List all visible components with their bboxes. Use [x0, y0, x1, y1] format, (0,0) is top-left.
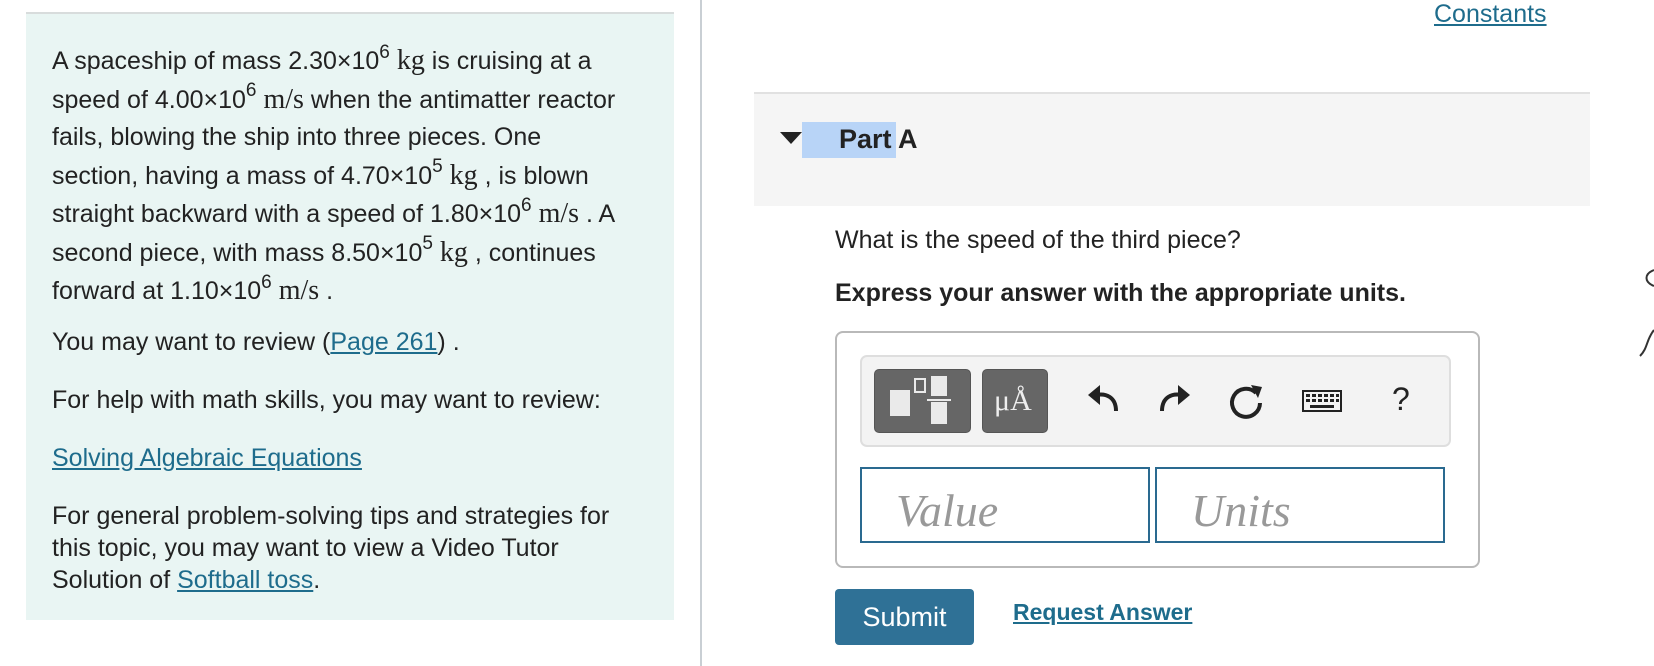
redo-icon: [1160, 385, 1190, 412]
templates-icon: [890, 376, 951, 424]
units-button[interactable]: μÅ: [982, 369, 1048, 433]
unit: kg: [439, 236, 468, 268]
part-title: Part A: [839, 124, 918, 154]
unit: m/s: [278, 275, 320, 306]
edge-scribble: [1639, 269, 1654, 357]
undo-button[interactable]: [1082, 371, 1128, 431]
review-prefix: You may want to review (: [52, 328, 331, 356]
tips-text: For general problem-solving tips and str…: [52, 500, 642, 596]
problem-text: .: [319, 277, 334, 305]
collapse-triangle-icon[interactable]: [780, 132, 802, 144]
keyboard-button[interactable]: [1297, 371, 1351, 431]
problem-panel: A spaceship of mass 2.30×106 kg is cruis…: [26, 12, 674, 620]
review-suffix: ) .: [437, 328, 460, 356]
constants-link[interactable]: Constants: [1434, 0, 1547, 29]
unit: kg: [449, 159, 478, 191]
panel-divider: [700, 0, 702, 666]
tips-body: For general problem-solving tips and str…: [52, 502, 610, 594]
help-button[interactable]: ?: [1382, 371, 1422, 431]
exponent: 6: [245, 80, 257, 102]
exponent: 6: [261, 271, 272, 293]
help-icon: ?: [1392, 381, 1410, 417]
unit: m/s: [538, 198, 580, 229]
problem-statement: A spaceship of mass 2.30×106 kg is cruis…: [52, 42, 632, 311]
exponent: 5: [422, 233, 433, 255]
math-help-text: For help with math skills, you may want …: [52, 386, 601, 414]
templates-button[interactable]: [874, 369, 971, 433]
review-line: You may want to review (Page 261) .: [52, 326, 642, 358]
keyboard-icon: [1302, 390, 1342, 412]
reset-button[interactable]: [1224, 371, 1270, 431]
problem-text: A spaceship of mass 2.30×10: [52, 47, 380, 75]
part-a-header[interactable]: Part A: [754, 92, 1590, 206]
redo-button[interactable]: [1152, 371, 1198, 431]
instruction-text: Express your answer with the appropriate…: [835, 279, 1406, 307]
softball-toss-link[interactable]: Softball toss: [177, 566, 313, 594]
math-help-link-row: Solving Algebraic Equations: [52, 442, 642, 474]
page-261-link[interactable]: Page 261: [330, 328, 437, 356]
exponent: 6: [379, 41, 390, 63]
exponent: 5: [432, 156, 443, 178]
reset-icon: [1230, 385, 1262, 419]
solving-algebraic-equations-link[interactable]: Solving Algebraic Equations: [52, 444, 362, 472]
math-toolbar: μÅ ?: [860, 355, 1451, 447]
unit: kg: [396, 45, 425, 76]
tips-suffix: .: [313, 566, 321, 594]
answer-box: μÅ ? Value Units: [835, 331, 1480, 568]
exponent: 6: [521, 194, 532, 216]
undo-icon: [1088, 385, 1118, 412]
question-text: What is the speed of the third piece?: [835, 226, 1241, 254]
value-input[interactable]: [860, 467, 1150, 543]
submit-button[interactable]: Submit: [835, 589, 974, 645]
request-answer-link[interactable]: Request Answer: [1013, 599, 1192, 626]
unit: m/s: [263, 83, 304, 115]
units-input[interactable]: [1155, 467, 1445, 543]
units-icon: μÅ: [994, 384, 1032, 417]
